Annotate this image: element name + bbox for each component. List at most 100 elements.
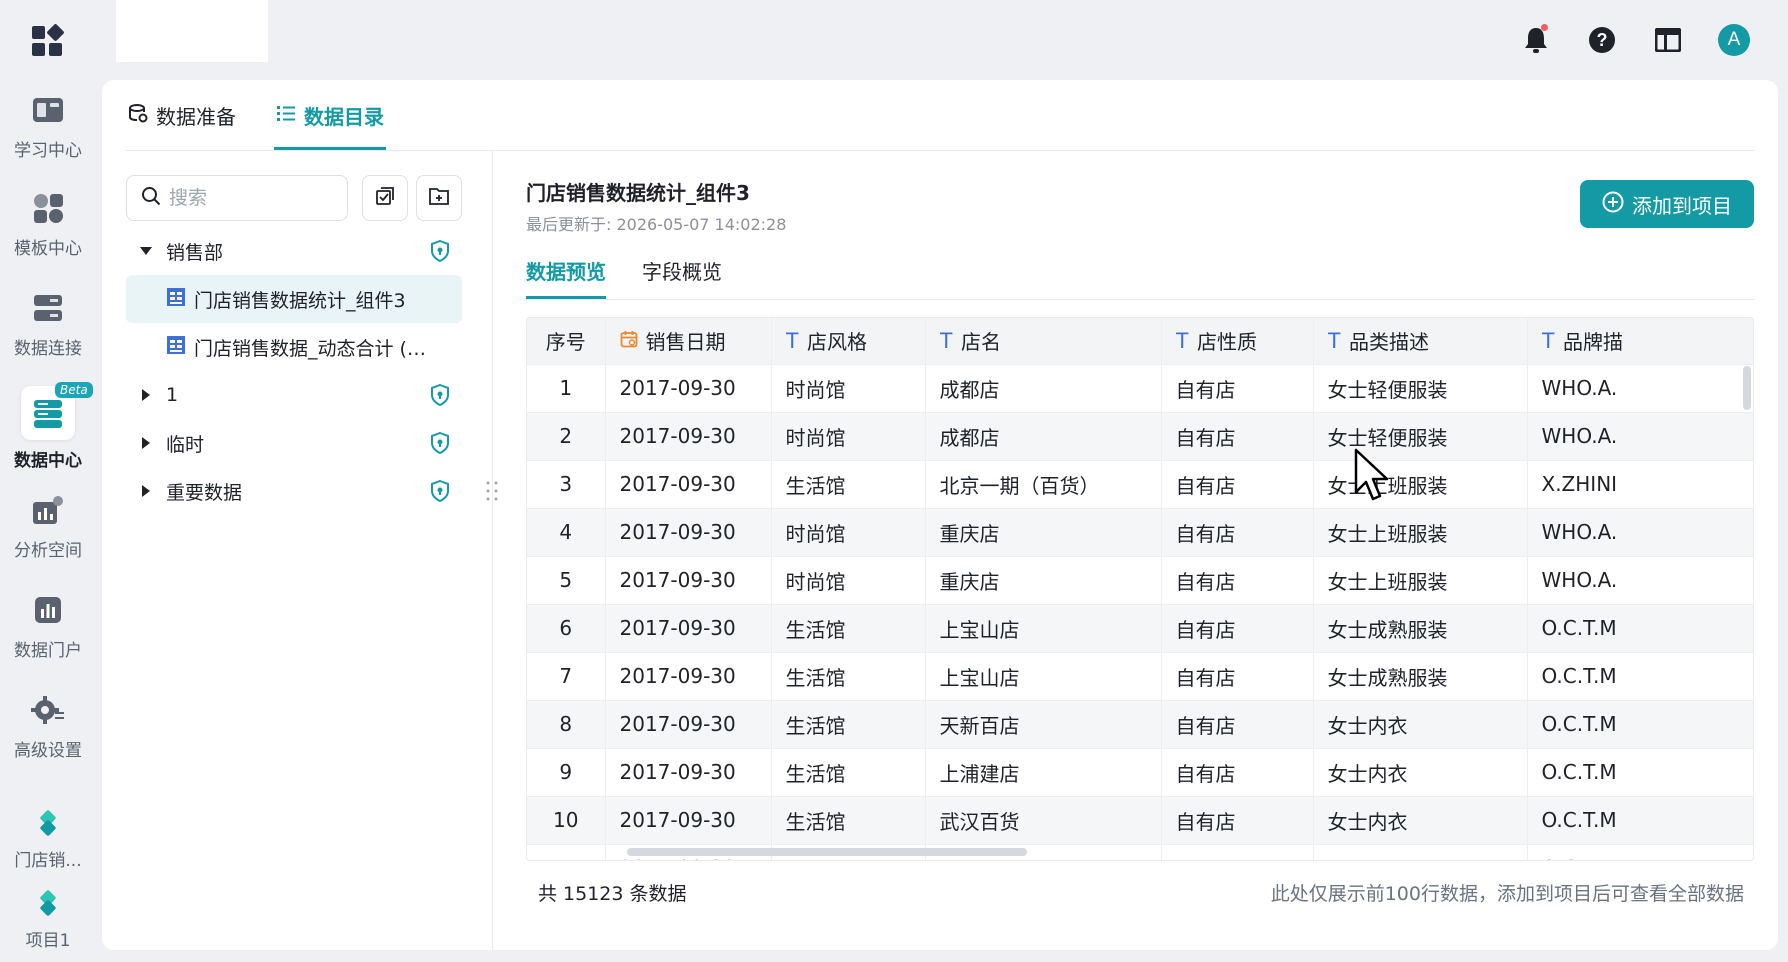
help-icon[interactable]: ? (1584, 22, 1620, 58)
table-cell: 2017-09-30 (605, 412, 772, 461)
tree-folder-important[interactable]: 重要数据 (126, 467, 462, 515)
search-box[interactable] (126, 175, 348, 221)
app-grid-icon[interactable] (30, 24, 64, 58)
rail-label: 模板中心 (14, 239, 82, 259)
col-header-date[interactable]: 销售日期 (605, 318, 772, 365)
table-cell: 女士内衣 (1313, 748, 1528, 797)
table-row[interactable]: 3 2017-09-30 生活馆 北京一期（百货） 自有店 女士上班服装 X.ZHINI (527, 460, 1753, 509)
rail-item-learning[interactable]: 学习中心 (0, 90, 96, 180)
table-cell: 女士成熟服装 (1313, 604, 1528, 653)
rail-item-project-1[interactable]: 项目1 (0, 884, 96, 962)
database-icon (28, 288, 68, 328)
add-to-project-button[interactable]: 添加到项目 (1580, 180, 1754, 228)
shield-icon (430, 431, 450, 459)
table-cell: 6 (527, 604, 606, 653)
table-cell: O.C.T.M (1527, 700, 1753, 749)
tab-label: 数据目录 (304, 104, 384, 129)
layout-icon[interactable] (1650, 22, 1686, 58)
preview-hint: 此处仅展示前100行数据，添加到项目后可查看全部数据 (1270, 883, 1744, 905)
table-cell: 生活馆 (771, 700, 926, 749)
table-cell: 自有店 (1161, 796, 1314, 845)
table-row[interactable]: 4 2017-09-30 时尚馆 重庆店 自有店 女士上班服装 WHO.A. (527, 508, 1753, 557)
rail-item-analysis[interactable]: 分析空间 (0, 490, 96, 580)
table-cell: 自有店 (1161, 700, 1314, 749)
tab-field-overview[interactable]: 字段概览 (642, 241, 722, 299)
new-folder-button[interactable] (416, 175, 462, 221)
col-header-index[interactable]: 序号 (527, 318, 606, 365)
shield-icon (430, 383, 450, 411)
tab-data-preview[interactable]: 数据预览 (526, 241, 606, 299)
table-row[interactable]: 9 2017-09-30 生活馆 上浦建店 自有店 女士内衣 O.C.T.M (527, 748, 1753, 797)
tab-label: 数据准备 (156, 104, 236, 129)
gear-icon (28, 690, 68, 730)
drag-handle-icon[interactable] (484, 480, 500, 506)
tree-folder-temp[interactable]: 临时 (126, 419, 462, 467)
vertical-scrollbar[interactable] (1743, 366, 1751, 410)
table-cell: O.C.T.M (1527, 844, 1753, 860)
folder-add-icon (429, 187, 449, 209)
col-header-label: 店性质 (1196, 330, 1257, 355)
bell-icon[interactable] (1518, 22, 1554, 58)
col-header-store[interactable]: T 店名 (925, 318, 1162, 365)
table-body: 1 2017-09-30 时尚馆 成都店 自有店 女士轻便服装 WHO.A. 2 2017-09… (527, 364, 1753, 860)
tab-data-prep[interactable]: 数据准备 (126, 80, 238, 150)
table-cell: 女士上班服装 (1313, 556, 1528, 605)
data-preview-table[interactable]: 序号 销售日期 T 店风格 T 店名 T 店性质 T 品类描述 T 品牌描 1 2017 (526, 317, 1754, 861)
beta-badge: Beta (55, 382, 93, 398)
table-cell: 天新百店 (925, 700, 1162, 749)
table-row[interactable]: 1 2017-09-30 时尚馆 成都店 自有店 女士轻便服装 WHO.A. (527, 364, 1753, 413)
table-cell: 2 (527, 412, 606, 461)
panel-splitter[interactable] (492, 151, 493, 950)
rail-item-portal[interactable]: 数据门户 (0, 590, 96, 680)
list-icon (276, 103, 296, 127)
rail-item-data-center[interactable]: Beta 数据中心 (0, 382, 96, 476)
caret-down-icon[interactable] (126, 247, 166, 255)
caret-right-icon[interactable] (126, 485, 166, 497)
col-header-label: 品牌描 (1562, 330, 1623, 355)
col-header-style[interactable]: T 店风格 (771, 318, 926, 365)
table-row[interactable]: 10 2017-09-30 生活馆 武汉百货 自有店 女士内衣 O.C.T.M (527, 796, 1753, 845)
table-cell: O.C.T.M (1527, 604, 1753, 653)
table-cell: 时尚馆 (771, 508, 926, 557)
tree-item-dataset-selected[interactable]: 门店销售数据统计_组件3 (126, 275, 462, 323)
table-cell: 9 (527, 748, 606, 797)
caret-right-icon[interactable] (126, 389, 166, 401)
tree-folder-1[interactable]: 1 (126, 371, 462, 419)
tree-item-dataset[interactable]: 门店销售数据_动态合计 (… (126, 323, 462, 371)
horizontal-scrollbar[interactable] (627, 848, 1027, 856)
table-cell: 2017-09-30 (605, 508, 772, 557)
table-row[interactable]: 8 2017-09-30 生活馆 天新百店 自有店 女士内衣 O.C.T.M (527, 700, 1753, 749)
add-button-label: 添加到项目 (1632, 193, 1732, 218)
col-header-label: 销售日期 (645, 330, 726, 355)
col-header-nature[interactable]: T 店性质 (1161, 318, 1314, 365)
batch-select-button[interactable] (362, 175, 408, 221)
tab-data-catalog[interactable]: 数据目录 (274, 80, 386, 150)
rail-item-data-connect[interactable]: 数据连接 (0, 288, 96, 378)
caret-right-icon[interactable] (126, 437, 166, 449)
rail-item-project-store[interactable]: 门店销... (0, 804, 96, 884)
table-cell: 自有店 (1161, 556, 1314, 605)
table-cell: 2017-09-30 (605, 364, 772, 413)
table-cell: 女士轻便服装 (1313, 364, 1528, 413)
table-cell: 11 (527, 844, 606, 860)
table-row[interactable]: 6 2017-09-30 生活馆 上宝山店 自有店 女士成熟服装 O.C.T.M (527, 604, 1753, 653)
col-header-category[interactable]: T 品类描述 (1313, 318, 1528, 365)
table-row[interactable]: 2 2017-09-30 时尚馆 成都店 自有店 女士轻便服装 WHO.A. (527, 412, 1753, 461)
table-cell: 生活馆 (771, 460, 926, 509)
user-avatar[interactable]: A (1716, 22, 1752, 58)
table-cell: 北京一期（百货） (925, 460, 1162, 509)
rail-label: 数据门户 (14, 641, 82, 661)
table-row[interactable]: 5 2017-09-30 时尚馆 重庆店 自有店 女士上班服装 WHO.A. (527, 556, 1753, 605)
tree-node-label: 门店销售数据_动态合计 (… (194, 337, 426, 360)
table-row[interactable]: 7 2017-09-30 生活馆 上宝山店 自有店 女士成熟服装 O.C.T.M (527, 652, 1753, 701)
calendar-icon (620, 329, 638, 353)
table-cell: 10 (527, 796, 606, 845)
svg-text:?: ? (1597, 30, 1608, 50)
rail-item-templates[interactable]: 模板中心 (0, 188, 96, 278)
col-header-brand[interactable]: T 品牌描 (1527, 318, 1753, 365)
tree-folder-sales[interactable]: 销售部 (126, 227, 462, 275)
rail-item-settings[interactable]: 高级设置 (0, 690, 96, 780)
search-input[interactable] (169, 187, 329, 209)
checkbox-icon (375, 186, 395, 210)
table-icon (166, 335, 186, 360)
